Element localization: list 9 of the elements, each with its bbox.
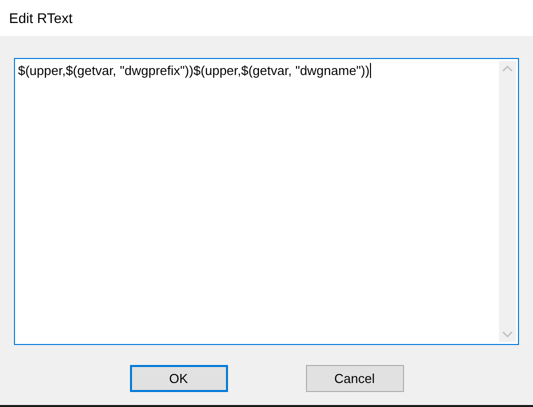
window-title: Edit RText [9,10,73,26]
scroll-up-icon[interactable] [502,65,513,72]
scroll-down-icon[interactable] [502,331,513,338]
ok-button[interactable]: OK [130,365,228,392]
text-field[interactable]: $(upper,$(getvar, "dwgprefix"))$(upper,$(getvar, "dwgname")) [14,58,519,345]
cancel-button[interactable]: Cancel [306,365,404,392]
field-value: $(upper,$(getvar, "dwgprefix"))$(upper,$(getvar, "dwgname")) [18,63,370,78]
scrollbar[interactable] [499,61,516,342]
text-cursor [370,63,371,78]
